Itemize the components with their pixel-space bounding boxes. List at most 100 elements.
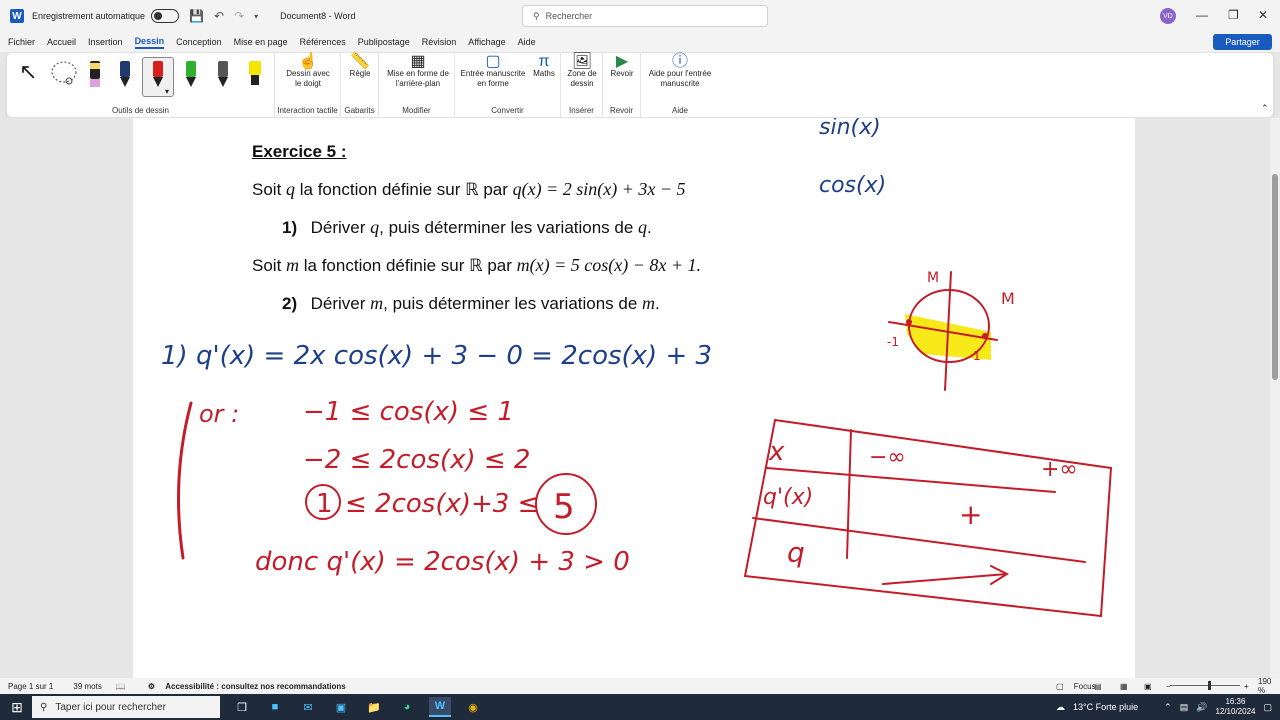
draw-with-finger-button[interactable]: ☝ Dessin avec le doigt xyxy=(279,54,337,89)
zoom-slider-thumb[interactable] xyxy=(1208,681,1211,690)
taskbar-search-placeholder: Taper ici pour rechercher xyxy=(55,701,166,713)
ink-point-1 xyxy=(906,319,912,325)
ink-shape-label-2: en forme xyxy=(477,79,509,88)
canvas-label-2: dessin xyxy=(570,79,594,88)
restore-icon[interactable]: ❐ xyxy=(1228,8,1239,22)
document-canvas[interactable]: Exercice 5 : Soit q la fonction définie … xyxy=(0,118,1270,678)
search-input[interactable]: ⚲ Rechercher xyxy=(522,5,768,27)
redo-icon[interactable]: ↷ xyxy=(234,9,244,23)
mail-icon[interactable]: ✉ xyxy=(297,697,319,717)
group-label-insert: Insérer xyxy=(569,106,594,115)
pen-red-icon[interactable] xyxy=(148,57,168,91)
group-touch: ☝ Dessin avec le doigt Interaction tacti… xyxy=(275,53,341,117)
drawing-canvas-button[interactable]: 🖼 Zone de dessin xyxy=(563,54,601,89)
edge-browser-icon[interactable]: ◕ xyxy=(396,697,418,717)
zoom-out-icon[interactable]: − xyxy=(1166,682,1171,691)
network-icon[interactable]: ▤ xyxy=(1180,702,1189,713)
undo-icon[interactable]: ↶ xyxy=(214,9,224,23)
word-taskbar-icon[interactable]: W xyxy=(429,697,451,717)
ink-circle-one xyxy=(305,484,341,520)
tab-revision[interactable]: Révision xyxy=(422,37,457,47)
ruler-label: Règle xyxy=(349,69,371,78)
replay-label: Revoir xyxy=(610,69,634,78)
close-icon[interactable]: ✕ xyxy=(1258,8,1268,22)
collapse-ribbon-icon[interactable]: ⌃ xyxy=(1261,103,1269,113)
store-bag-icon[interactable]: ▣ xyxy=(330,697,352,717)
line2-b: la fonction définie sur ℝ par xyxy=(299,256,517,275)
zoom-in-icon[interactable]: + xyxy=(1244,682,1249,691)
group-stencils: 📏 Règle Gabarits xyxy=(341,53,379,117)
zoom-level[interactable]: 190 % xyxy=(1258,677,1280,695)
tab-insertion[interactable]: Insertion xyxy=(88,37,123,47)
clock[interactable]: 16:36 12/10/2024 xyxy=(1215,697,1255,717)
notifications-icon[interactable]: ▢ xyxy=(1263,702,1272,713)
background-format-button[interactable]: ▦ Mise en forme de l'arrière-plan xyxy=(383,54,453,89)
page-count[interactable]: Page 1 sur 1 xyxy=(8,682,53,691)
view-read-icon[interactable]: ▤ xyxy=(1094,682,1102,691)
system-tray: ☁ 13°C Forte pluie ⌃ ▤ 🔊 16:36 12/10/202… xyxy=(1056,694,1272,720)
autosave-toggle[interactable] xyxy=(151,9,180,23)
ruler-button[interactable]: 📏 Règle xyxy=(343,54,377,79)
minimize-icon[interactable]: — xyxy=(1196,8,1208,22)
lasso-select-icon[interactable] xyxy=(49,59,79,87)
weather-label[interactable]: 13°C Forte pluie xyxy=(1073,702,1138,712)
clock-time: 16:36 xyxy=(1225,697,1246,706)
math-button[interactable]: π Maths xyxy=(529,54,559,79)
document-page[interactable]: Exercice 5 : Soit q la fonction définie … xyxy=(133,118,1135,678)
save-icon[interactable]: 💾 xyxy=(189,9,204,23)
view-print-icon[interactable]: ▦ xyxy=(1120,682,1128,691)
doc-line-2: Soit m la fonction définie sur ℝ par m(x… xyxy=(252,255,701,276)
pen-options-chevron-icon[interactable]: ▾ xyxy=(165,87,169,97)
accessibility-status[interactable]: ⚙ Accessibilité : consultez nos recomman… xyxy=(140,682,346,691)
spelling-icon[interactable]: 📖 xyxy=(116,682,126,691)
tray-chevron-icon[interactable]: ⌃ xyxy=(1164,702,1172,713)
ink-label-M1: M xyxy=(927,270,939,286)
canvas-label-1: Zone de xyxy=(567,69,597,78)
vertical-scrollbar[interactable] xyxy=(1270,118,1280,678)
tab-accueil[interactable]: Accueil xyxy=(47,37,76,47)
tab-mise-en-page[interactable]: Mise en page xyxy=(234,37,288,47)
microsoft-store-icon[interactable]: ■ xyxy=(264,697,286,717)
tab-dessin[interactable]: Dessin xyxy=(134,36,165,49)
task-view-icon[interactable]: ❐ xyxy=(231,697,253,717)
chrome-browser-icon[interactable]: ◉ xyxy=(462,697,484,717)
scrollbar-thumb[interactable] xyxy=(1272,174,1278,380)
search-icon: ⚲ xyxy=(533,10,540,21)
group-label-drawing-tools: Outils de dessin xyxy=(112,106,169,115)
ink-help-button[interactable]: ⓘ Aide pour l'entrée manuscrite xyxy=(645,54,715,89)
taskbar-search-input[interactable]: ⚲ Taper ici pour rechercher xyxy=(32,696,220,718)
ink-table-pinf: +∞ xyxy=(1041,457,1078,482)
ink-to-shape-button[interactable]: ▢ Entrée manuscrite en forme xyxy=(459,54,527,89)
weather-icon[interactable]: ☁ xyxy=(1056,702,1065,713)
tab-affichage[interactable]: Affichage xyxy=(468,37,505,47)
tab-fichier[interactable]: Fichier xyxy=(8,37,35,47)
pen-pink-icon[interactable] xyxy=(85,57,105,91)
ink-replay-button[interactable]: ▶ Revoir xyxy=(605,54,639,79)
avatar[interactable]: VD xyxy=(1160,8,1176,24)
tab-publipostage[interactable]: Publipostage xyxy=(358,37,410,47)
volume-icon[interactable]: 🔊 xyxy=(1196,702,1207,713)
tab-aide[interactable]: Aide xyxy=(518,37,536,47)
word-logo-icon: W xyxy=(10,9,24,23)
group-label-modify: Modifier xyxy=(402,106,431,115)
pen-gray-icon[interactable] xyxy=(213,57,233,91)
pen-green-icon[interactable] xyxy=(181,57,201,91)
ink-table-sign: + xyxy=(959,498,982,531)
document-title: Document8 - Word xyxy=(280,11,356,21)
ink-label-1: 1 xyxy=(973,349,981,363)
word-count[interactable]: 39 mots xyxy=(73,682,101,691)
windows-start-icon[interactable]: ⊞ xyxy=(6,697,28,717)
customize-toolbar-icon[interactable]: ▾ xyxy=(254,12,258,21)
highlighter-yellow-icon[interactable] xyxy=(245,57,265,91)
select-tool-icon[interactable]: ↖ xyxy=(19,61,37,83)
focus-button[interactable]: ▢ Focus xyxy=(1048,682,1096,691)
share-button[interactable]: Partager xyxy=(1213,34,1272,50)
zoom-slider[interactable] xyxy=(1170,681,1240,690)
pen-blue-icon[interactable] xyxy=(115,57,135,91)
view-web-icon[interactable]: ▣ xyxy=(1144,682,1152,691)
tab-conception[interactable]: Conception xyxy=(176,37,222,47)
tab-references[interactable]: Références xyxy=(300,37,346,47)
search-placeholder: Rechercher xyxy=(545,11,593,21)
file-explorer-icon[interactable]: 📁 xyxy=(363,697,385,717)
group-label-replay: Revoir xyxy=(609,106,634,115)
